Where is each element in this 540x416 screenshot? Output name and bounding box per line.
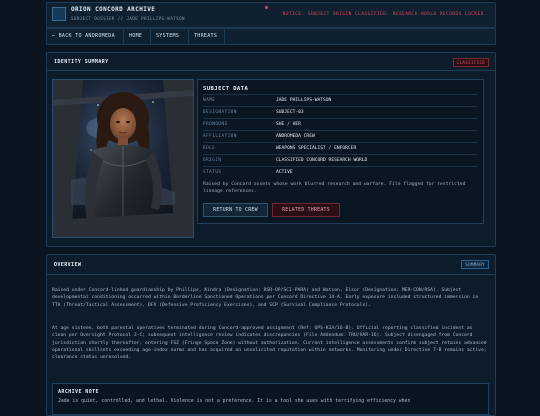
- data-row-pronouns: PRONOUNS SHE / HER: [203, 118, 477, 130]
- portrait-image: [53, 80, 193, 237]
- row-label: NAME: [203, 98, 216, 103]
- row-value: CLASSIFIED CONCORD RESEARCH WORLD: [276, 158, 368, 163]
- panel-header: OVERVIEW SUMMARY: [47, 255, 495, 275]
- overview-panel: OVERVIEW SUMMARY Raised under Concord-li…: [46, 254, 496, 416]
- archive-note-text: Jade is quiet, controlled, and lethal. V…: [58, 399, 411, 404]
- subject-portrait: [52, 79, 194, 238]
- row-label: ROLE: [203, 146, 216, 151]
- archive-logo-icon: [52, 7, 66, 21]
- overview-title: OVERVIEW: [54, 262, 82, 268]
- subject-description: Raised by Concord assets whose work blur…: [203, 182, 466, 194]
- row-value: SHE / HER: [276, 122, 301, 127]
- subject-data-title: SUBJECT DATA: [203, 86, 249, 92]
- row-value: SUBJECT-03: [276, 110, 304, 115]
- app-header: ORION CONCORD ARCHIVE SUBJECT DOSSIER //…: [46, 2, 496, 28]
- identity-summary-panel: IDENTITY SUMMARY CLASSIFIED SUBJECT DATA…: [46, 52, 496, 247]
- row-label: ORIGIN: [203, 158, 222, 163]
- row-value: JADE PHILLIPS-WATSON: [276, 98, 332, 103]
- identity-summary-title: IDENTITY SUMMARY: [54, 59, 109, 65]
- row-label: DESIGNATION: [203, 110, 237, 115]
- data-row-designation: DESIGNATION SUBJECT-03: [203, 106, 477, 118]
- data-row-name: NAME JADE PHILLIPS-WATSON: [203, 94, 477, 106]
- classification-notice: NOTICE: SUBJECT ORIGIN CLASSIFIED. RESEA…: [282, 12, 487, 17]
- row-value: ANDROMEDA CREW: [276, 134, 315, 139]
- data-row-status: STATUS ACTIVE: [203, 166, 477, 178]
- archive-note-title: ARCHIVE NOTE: [58, 389, 99, 395]
- nav-back-to-andromeda[interactable]: ← BACK TO ANDROMEDA: [47, 29, 124, 44]
- data-row-origin: ORIGIN CLASSIFIED CONCORD RESEARCH WORLD: [203, 154, 477, 166]
- row-label: STATUS: [203, 170, 222, 175]
- related-threats-button[interactable]: RELATED THREATS: [272, 203, 340, 217]
- summary-badge: SUMMARY: [461, 260, 489, 269]
- row-label: AFFILIATION: [203, 134, 237, 139]
- data-row-role: ROLE WEAPONS SPECIALIST / ENFORCER: [203, 142, 477, 154]
- overview-paragraph-2: At age sixteen, both parental operatives…: [52, 326, 487, 361]
- nav-threats[interactable]: THREATS: [189, 29, 225, 44]
- row-label: PRONOUNS: [203, 122, 228, 127]
- row-value: WEAPONS SPECIALIST / ENFORCER: [276, 146, 357, 151]
- return-to-crew-button[interactable]: RETURN TO CREW: [203, 203, 268, 217]
- alert-dot-icon: [265, 6, 268, 9]
- row-value: ACTIVE: [276, 170, 293, 175]
- top-nav: ← BACK TO ANDROMEDA HOME SYSTEMS THREATS: [46, 28, 496, 45]
- data-row-affiliation: AFFILIATION ANDROMEDA CREW: [203, 130, 477, 142]
- classified-badge: CLASSIFIED: [452, 58, 489, 67]
- app-subtitle: SUBJECT DOSSIER // JADE PHILLIPS-WATSON: [71, 16, 185, 21]
- app-title: ORION CONCORD ARCHIVE: [71, 6, 156, 13]
- subject-data-card: SUBJECT DATA NAME JADE PHILLIPS-WATSON D…: [197, 79, 484, 224]
- nav-systems[interactable]: SYSTEMS: [151, 29, 189, 44]
- archive-note: ARCHIVE NOTE Jade is quiet, controlled, …: [52, 383, 489, 415]
- panel-header: IDENTITY SUMMARY CLASSIFIED: [47, 53, 495, 71]
- nav-home[interactable]: HOME: [124, 29, 151, 44]
- overview-paragraph-1: Raised under Concord-linked guardianship…: [52, 288, 479, 308]
